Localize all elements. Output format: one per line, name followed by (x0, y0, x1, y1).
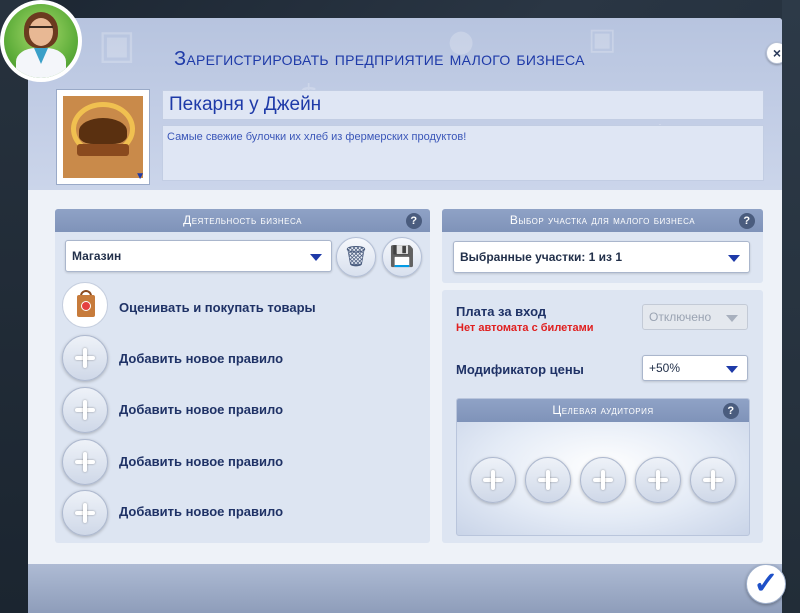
close-icon: × (772, 45, 782, 61)
trash-icon: 🗑 (343, 246, 369, 268)
close-button[interactable]: × (766, 42, 782, 64)
dialog-footer (28, 564, 782, 613)
checkmark-icon: ✓ (753, 567, 779, 600)
bakery-logo-icon (63, 96, 143, 178)
sim-portrait-icon (4, 4, 78, 78)
dialog-header: ▣ $ ● $ ▣ Зарегистрировать предприятие м… (28, 18, 782, 190)
decor-briefcase-icon: ▣ (98, 22, 136, 68)
entry-fee-value: Отключено (649, 310, 712, 324)
add-rule-plus-icon[interactable] (62, 439, 108, 485)
lot-selection-header: Выбор участка для малого бизнеса ? (442, 209, 763, 232)
help-icon[interactable]: ? (406, 213, 422, 229)
rule-label[interactable]: Добавить новое правило (119, 504, 283, 519)
background-right (782, 0, 800, 613)
shopping-bag-icon (81, 301, 91, 311)
entry-fee-label: Плата за вход (456, 304, 547, 319)
add-audience-plus-icon[interactable] (470, 457, 516, 503)
caret-down-icon (310, 254, 322, 261)
lot-dropdown[interactable]: Выбранные участки: 1 из 1 (453, 241, 750, 273)
target-audience-title: Целевая аудитория (552, 403, 654, 417)
rule-label[interactable]: Добавить новое правило (119, 402, 283, 417)
entry-fee-dropdown: Отключено (642, 304, 748, 330)
add-audience-plus-icon[interactable] (635, 457, 681, 503)
price-modifier-label: Модификатор цены (456, 362, 584, 377)
add-rule-plus-icon[interactable] (62, 387, 108, 433)
target-audience-header: Целевая аудитория ? (457, 399, 749, 422)
avatar (0, 0, 82, 82)
price-modifier-dropdown[interactable]: +50% (642, 355, 748, 381)
caret-down-icon (726, 315, 738, 322)
business-type-value: Магазин (72, 249, 122, 263)
business-activity-panel: Деятельность бизнеса ? Магазин 🗑 💾 Оцени… (55, 209, 430, 543)
lot-selection-panel: Выбор участка для малого бизнеса ? Выбра… (442, 209, 763, 283)
business-activity-title: Деятельность бизнеса (183, 213, 302, 227)
rule-label[interactable]: Добавить новое правило (119, 454, 283, 469)
rule-icon-shopping-bag[interactable] (62, 282, 108, 328)
target-audience-panel: Целевая аудитория ? (456, 398, 750, 536)
add-rule-plus-icon[interactable] (62, 490, 108, 536)
add-audience-plus-icon[interactable] (690, 457, 736, 503)
background-left (0, 0, 28, 613)
business-logo-picker[interactable]: ▼ (56, 89, 150, 185)
price-modifier-value: +50% (649, 361, 681, 375)
business-description-input[interactable]: Самые свежие булочки их хлеб из фермерск… (162, 125, 764, 181)
delete-button[interactable]: 🗑 (336, 237, 376, 277)
help-icon[interactable]: ? (739, 213, 755, 229)
register-business-dialog: ▣ $ ● $ ▣ Зарегистрировать предприятие м… (28, 18, 782, 613)
save-preset-button[interactable]: 💾 (382, 237, 422, 277)
rule-label[interactable]: Оценивать и покупать товары (119, 300, 316, 315)
add-audience-plus-icon[interactable] (580, 457, 626, 503)
help-icon[interactable]: ? (723, 403, 739, 419)
business-type-dropdown[interactable]: Магазин (65, 240, 332, 272)
confirm-button[interactable]: ✓ (746, 564, 786, 604)
business-name-input[interactable]: Пекарня у Джейн (162, 90, 764, 120)
entry-fee-warning: Нет автомата с билетами (456, 322, 594, 334)
add-audience-plus-icon[interactable] (525, 457, 571, 503)
add-rule-plus-icon[interactable] (62, 335, 108, 381)
caret-down-icon (726, 366, 738, 373)
lot-selection-title: Выбор участка для малого бизнеса (509, 213, 696, 227)
save-icon: 💾 (389, 246, 415, 268)
rule-label[interactable]: Добавить новое правило (119, 351, 283, 366)
lot-selected-value: Выбранные участки: 1 из 1 (460, 250, 623, 264)
caret-down-icon (728, 255, 740, 262)
dialog-title: Зарегистрировать предприятие малого бизн… (174, 48, 585, 70)
business-activity-header: Деятельность бизнеса ? (55, 209, 430, 232)
caret-down-icon: ▼ (135, 171, 145, 182)
